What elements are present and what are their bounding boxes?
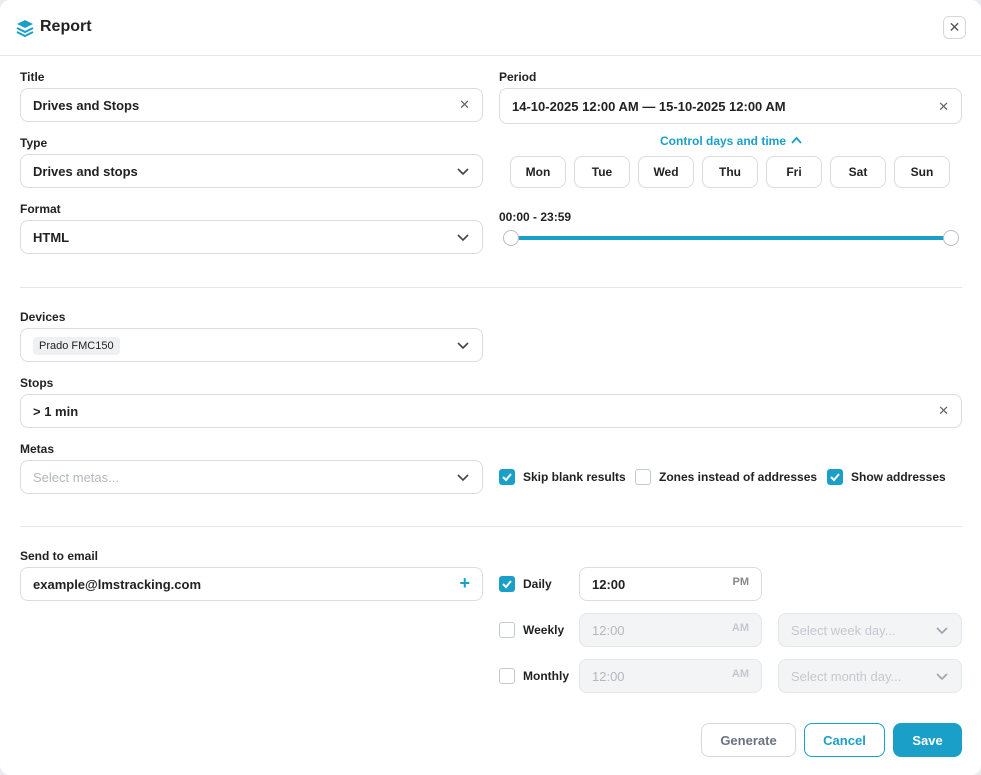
day-tue[interactable]: Tue [574,156,630,188]
email-input[interactable]: example@lmstracking.com + [20,567,483,601]
chevron-down-icon [457,342,469,350]
day-mon[interactable]: Mon [510,156,566,188]
chevron-up-icon [791,136,803,144]
day-wed[interactable]: Wed [638,156,694,188]
chevron-down-icon [936,627,948,635]
month-day-placeholder: Select month day... [791,669,902,684]
weekly-ampm[interactable]: AM [732,622,749,634]
week-day-select[interactable]: Select week day... [778,613,962,647]
section-divider [20,287,962,288]
stops-label: Stops [20,376,54,390]
day-fri[interactable]: Fri [766,156,822,188]
weekly-time-value: 12:00 [592,623,625,638]
check-icon [502,580,512,589]
day-sat[interactable]: Sat [830,156,886,188]
format-select[interactable]: HTML [20,220,483,254]
skip-blank-checkbox[interactable] [499,469,515,485]
clear-stops-icon[interactable]: ✕ [938,403,949,419]
stops-input[interactable]: > 1 min ✕ [20,394,962,428]
dialog-title: Report [40,18,92,35]
title-input[interactable]: Drives and Stops ✕ [20,88,483,122]
stops-value: > 1 min [33,404,79,419]
close-icon: ✕ [948,19,961,35]
save-button[interactable]: Save [893,723,962,757]
weekly-time-input[interactable]: 12:00 AM [579,613,762,647]
check-icon [830,473,840,482]
period-value: 14-10-2025 12:00 AM — 15-10-2025 12:00 A… [512,99,786,114]
type-value: Drives and stops [33,164,138,179]
type-label: Type [20,136,48,150]
cancel-button[interactable]: Cancel [804,723,885,757]
zones-checkbox[interactable] [635,469,651,485]
daily-time-input[interactable]: 12:00 PM [579,567,762,601]
metas-select[interactable]: Select metas... [20,460,483,494]
show-addresses-label[interactable]: Show addresses [851,470,946,484]
weekly-label[interactable]: Weekly [523,623,564,637]
title-label: Title [20,70,45,84]
chevron-down-icon [936,673,948,681]
format-label: Format [20,202,61,216]
email-value: example@lmstracking.com [33,577,202,592]
section-divider [20,526,962,527]
type-select[interactable]: Drives and stops [20,154,483,188]
metas-label: Metas [20,442,55,456]
dialog-header: Report ✕ [0,0,981,56]
metas-placeholder: Select metas... [33,470,119,485]
period-label: Period [499,70,537,84]
day-thu[interactable]: Thu [702,156,758,188]
show-addresses-checkbox[interactable] [827,469,843,485]
daily-ampm[interactable]: PM [733,576,750,588]
time-range-label: 00:00 - 23:59 [499,210,572,224]
clear-period-icon[interactable]: ✕ [938,99,949,115]
week-day-placeholder: Select week day... [791,623,896,638]
daily-checkbox[interactable] [499,576,515,592]
monthly-time-value: 12:00 [592,669,625,684]
time-range-track[interactable] [511,236,951,240]
devices-label: Devices [20,310,66,324]
chevron-down-icon [457,234,469,242]
add-email-icon[interactable]: + [459,573,470,594]
time-range-start-handle[interactable] [503,230,519,246]
devices-select[interactable]: Prado FMC150 [20,328,483,362]
layers-icon [16,20,34,37]
period-input[interactable]: 14-10-2025 12:00 AM — 15-10-2025 12:00 A… [499,88,962,124]
control-days-label: Control days and time [660,134,787,148]
month-day-select[interactable]: Select month day... [778,659,962,693]
email-label: Send to email [20,549,99,563]
chevron-down-icon [457,474,469,482]
time-range-end-handle[interactable] [943,230,959,246]
title-value: Drives and Stops [33,98,140,113]
daily-label[interactable]: Daily [523,577,552,591]
zones-label[interactable]: Zones instead of addresses [659,470,817,484]
skip-blank-label[interactable]: Skip blank results [523,470,626,484]
monthly-checkbox[interactable] [499,668,515,684]
day-sun[interactable]: Sun [894,156,950,188]
close-button[interactable]: ✕ [943,16,966,39]
chevron-down-icon [457,168,469,176]
monthly-label[interactable]: Monthly [523,669,569,683]
control-days-toggle[interactable]: Control days and time [660,134,803,148]
format-value: HTML [33,230,70,245]
daily-time-value: 12:00 [592,577,626,592]
weekly-checkbox[interactable] [499,622,515,638]
monthly-time-input[interactable]: 12:00 AM [579,659,762,693]
clear-title-icon[interactable]: ✕ [459,97,470,113]
monthly-ampm[interactable]: AM [732,668,749,680]
device-tag[interactable]: Prado FMC150 [33,337,120,355]
check-icon [502,473,512,482]
generate-button[interactable]: Generate [701,723,796,757]
report-dialog: Report ✕ Title Drives and Stops ✕ Period… [0,0,981,775]
